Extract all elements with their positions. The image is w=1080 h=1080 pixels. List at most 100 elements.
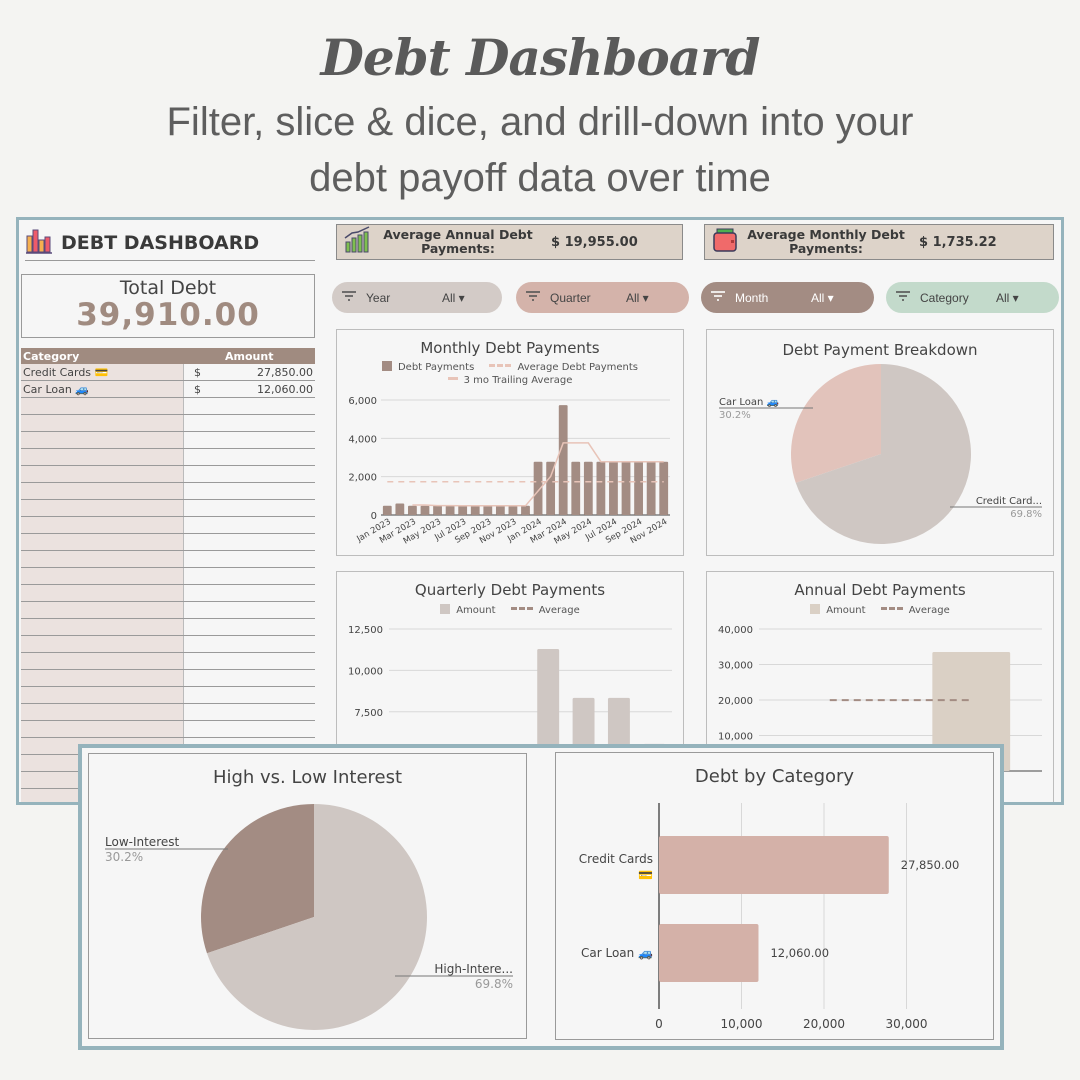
bar-jul-2023 <box>458 505 468 515</box>
filter-icon <box>342 290 358 305</box>
cell-empty <box>21 397 184 415</box>
app-header: DEBT DASHBOARD <box>25 226 315 261</box>
bar-may-2024 <box>583 461 593 515</box>
monthly-chart-svg: 02,0004,0006,000Jan 2023Mar 2023May 2023… <box>348 396 670 547</box>
cell-empty <box>183 652 315 670</box>
category-table: Category Amount Credit Cards 💳 $ 27,850.… <box>21 348 315 802</box>
cell-empty <box>183 499 315 517</box>
y-tick-label: 40,000 <box>718 625 753 636</box>
cell-empty <box>183 720 315 738</box>
column-header-amount: Amount <box>183 348 315 364</box>
bar-jul-2024 <box>609 461 618 515</box>
table-row[interactable]: Credit Cards 💳 $ 27,850.00 <box>21 364 315 381</box>
table-row-empty <box>21 397 315 415</box>
pie-label: High-Intere... <box>434 962 513 976</box>
filter-dropdown[interactable]: All ▾ <box>626 291 649 305</box>
overlay-window: High vs. Low Interest Low-Interest 30.2% H… <box>78 744 1004 1050</box>
cell-empty <box>21 465 184 483</box>
kpi-annual-value: $ 19,955.00 <box>551 234 638 250</box>
bar-dec-2023 <box>521 505 530 515</box>
cell-empty <box>21 601 184 619</box>
cell-empty <box>183 482 315 500</box>
y-tick-label: 7,500 <box>354 708 383 719</box>
table-row-empty <box>21 414 315 432</box>
pie-percent: 69.8% <box>1010 509 1042 520</box>
table-row-empty <box>21 635 315 653</box>
cell-empty <box>21 533 184 551</box>
cell-empty <box>21 499 184 517</box>
bar-sep-2023 <box>483 505 493 515</box>
cell-empty <box>183 414 315 432</box>
cell-empty <box>21 584 184 602</box>
dashboard-window: DEBT DASHBOARD Total Debt 39,910.00 Cate… <box>16 217 1064 805</box>
x-tick-label: 10,000 <box>721 1017 763 1031</box>
filter-icon <box>896 290 912 305</box>
cell-empty <box>183 703 315 721</box>
cell-empty <box>21 720 184 738</box>
cell-empty <box>183 601 315 619</box>
debt-breakdown-chart: Debt Payment Breakdown Car Loan 🚙 30.2% Cr… <box>706 329 1054 556</box>
filter-label: Year <box>366 290 391 305</box>
table-row-empty <box>21 533 315 551</box>
kpi-annual-label: Average Annual Debt Payments: <box>383 227 533 256</box>
cell-currency: $ <box>183 364 208 381</box>
table-row-empty <box>21 669 315 687</box>
hero-subtitle-line-1: Filter, slice & dice, and drill-down int… <box>166 100 914 144</box>
kpi-monthly-value: $ 1,735.22 <box>919 234 997 250</box>
filter-dropdown[interactable]: All ▾ <box>811 291 834 305</box>
table-row-empty <box>21 601 315 619</box>
table-row-empty <box>21 499 315 517</box>
cell-empty <box>21 567 184 585</box>
data-label: 27,850.00 <box>901 858 960 872</box>
debt-by-category-chart: Debt by Category 0 10,000 20,000 30,000 27,8… <box>555 752 994 1040</box>
table-row-empty <box>21 652 315 670</box>
cell-amount: 27,850.00 <box>208 364 315 381</box>
table-row[interactable]: Car Loan 🚙 $ 12,060.00 <box>21 380 315 398</box>
bar-jun-2024 <box>596 461 606 515</box>
table-row-empty <box>21 516 315 534</box>
data-label: 12,060.00 <box>770 946 829 960</box>
cell-empty <box>21 652 184 670</box>
cell-empty <box>21 482 184 500</box>
table-row-empty <box>21 482 315 500</box>
bar-chart-icon <box>25 228 53 258</box>
filter-dropdown[interactable]: All ▾ <box>442 291 465 305</box>
y-tick-label: 30,000 <box>718 661 753 672</box>
kpi-average-annual: Average Annual Debt Payments: $ 19,955.0… <box>336 224 683 260</box>
cell-currency: $ <box>183 380 208 398</box>
filter-label: Quarter <box>550 290 591 305</box>
y-tick-label: 0 <box>371 511 377 522</box>
filter-category[interactable]: Category All ▾ <box>886 282 1059 313</box>
pie-label: Car Loan 🚙 <box>719 397 779 408</box>
table-row-empty <box>21 686 315 704</box>
filter-year[interactable]: Year All ▾ <box>332 282 502 313</box>
filter-label: Category <box>920 290 969 305</box>
cell-empty <box>21 431 184 449</box>
cell-empty <box>21 703 184 721</box>
cell-empty <box>183 550 315 568</box>
y-tick-label: 4,000 <box>348 434 377 445</box>
growth-chart-icon <box>343 226 373 258</box>
filter-dropdown[interactable]: All ▾ <box>996 291 1019 305</box>
category-chart-svg: 0 10,000 20,000 30,000 27,850.00 12,060.00 Cre… <box>579 803 960 1031</box>
pie-label: Credit Card... <box>976 496 1042 507</box>
cell-empty <box>21 516 184 534</box>
bar-credit <box>659 836 889 894</box>
filter-label: Month <box>735 290 769 305</box>
cell-empty <box>21 686 184 704</box>
filter-quarter[interactable]: Quarter All ▾ <box>516 282 689 313</box>
kpi-average-monthly: Average Monthly Debt Payments: $ 1,735.2… <box>704 224 1054 260</box>
table-row-empty <box>21 448 315 466</box>
cell-empty <box>21 669 184 687</box>
y-tick-label: Credit Cards <box>579 852 653 866</box>
bar-mar-2024 <box>558 405 568 515</box>
table-row-empty <box>21 720 315 738</box>
y-tick-label: 10,000 <box>348 666 383 677</box>
pie-percent: 30.2% <box>105 850 143 864</box>
table-header-row: Category Amount <box>21 348 315 364</box>
pie-percent: 30.2% <box>719 410 751 421</box>
table-row-empty <box>21 431 315 449</box>
cell-empty <box>183 686 315 704</box>
x-tick-label: 0 <box>655 1017 663 1031</box>
filter-month[interactable]: Month All ▾ <box>701 282 874 313</box>
